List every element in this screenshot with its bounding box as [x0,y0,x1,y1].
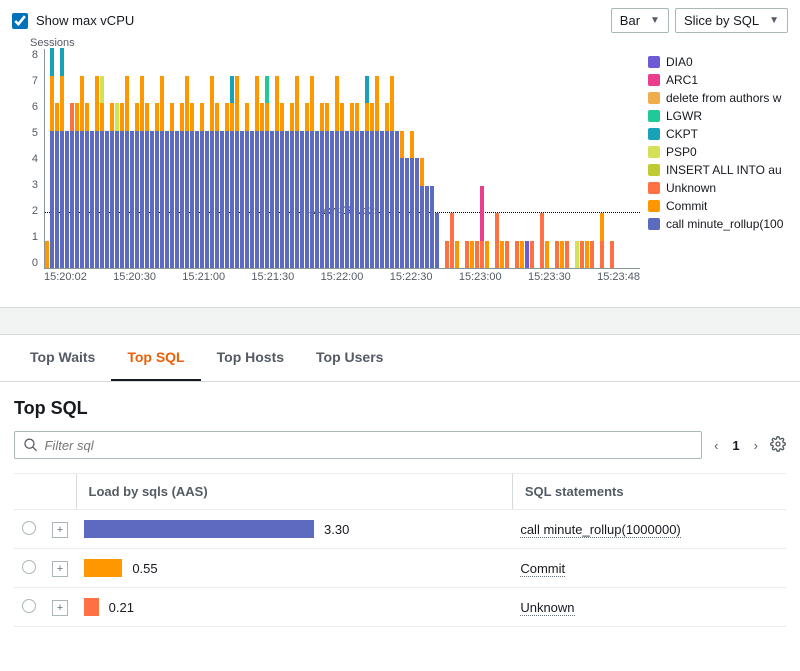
legend-swatch [648,56,660,68]
plot-area: Max vCPU: 2 [44,49,640,269]
sessions-chart: Sessions 876543210 Max vCPU: 2 15:20:021… [0,37,800,297]
legend-label: INSERT ALL INTO au [666,163,782,177]
legend-swatch [648,110,660,122]
legend-item[interactable]: LGWR [648,109,788,123]
row-select-radio[interactable] [22,560,36,574]
expand-row-button[interactable]: + [52,522,68,538]
legend-item[interactable]: delete from authors w [648,91,788,105]
pager: ‹ 1 › [714,438,758,453]
chart-type-dropdown[interactable]: Bar ▼ [611,8,669,33]
chart-legend: DIA0 ARC1 delete from authors w LGWR CKPT PSP… [648,55,788,235]
legend-swatch [648,182,660,194]
row-select-radio[interactable] [22,599,36,613]
tab-top-sql[interactable]: Top SQL [111,335,200,381]
y-axis-label: Sessions [30,37,788,49]
tab-top-waits[interactable]: Top Waits [14,335,111,381]
sql-statement-link[interactable]: Commit [520,561,565,577]
legend-swatch [648,74,660,86]
filter-input-wrap[interactable] [14,431,702,459]
legend-label: DIA0 [666,55,693,69]
load-value: 0.21 [109,600,134,615]
show-max-vcpu-checkbox[interactable]: Show max vCPU [12,13,134,29]
tabs: Top WaitsTop SQLTop HostsTop Users [0,335,800,382]
table-row: +0.55 Commit [14,549,786,588]
col-sql: SQL statements [512,474,786,510]
panel-title: Top SQL [14,398,786,419]
legend-label: Commit [666,199,707,213]
search-icon [23,437,38,453]
legend-swatch [648,218,660,230]
legend-swatch [648,128,660,140]
expand-row-button[interactable]: + [52,561,68,577]
load-value: 0.55 [132,561,157,576]
y-axis: 876543210 [12,49,42,269]
col-load: Load by sqls (AAS) [76,474,512,510]
caret-down-icon: ▼ [650,15,660,26]
caret-down-icon: ▼ [769,15,779,26]
legend-item[interactable]: INSERT ALL INTO au [648,163,788,177]
legend-label: call minute_rollup(100 [666,217,783,231]
filter-input[interactable] [44,438,693,453]
slice-by-dropdown[interactable]: Slice by SQL ▼ [675,8,788,33]
next-page-button[interactable]: › [754,438,758,453]
legend-item[interactable]: DIA0 [648,55,788,69]
legend-item[interactable]: PSP0 [648,145,788,159]
expand-row-button[interactable]: + [52,600,68,616]
legend-label: Unknown [666,181,716,195]
row-select-radio[interactable] [22,521,36,535]
prev-page-button[interactable]: ‹ [714,438,718,453]
settings-button[interactable] [770,436,786,455]
x-axis: 15:20:0215:20:3015:21:0015:21:3015:22:00… [44,271,640,289]
sql-statement-link[interactable]: call minute_rollup(1000000) [520,522,680,538]
table-row: +3.30 call minute_rollup(1000000) [14,510,786,549]
tab-top-hosts[interactable]: Top Hosts [201,335,300,381]
legend-label: LGWR [666,109,702,123]
legend-label: delete from authors w [666,91,781,105]
load-value: 3.30 [324,522,349,537]
page-number: 1 [732,438,739,453]
tab-top-users[interactable]: Top Users [300,335,399,381]
legend-label: ARC1 [666,73,698,87]
legend-swatch [648,92,660,104]
legend-item[interactable]: Commit [648,199,788,213]
legend-swatch [648,164,660,176]
table-row: +0.21 Unknown [14,588,786,627]
legend-swatch [648,146,660,158]
gear-icon [770,436,786,452]
load-bar [84,559,122,577]
legend-item[interactable]: CKPT [648,127,788,141]
show-max-vcpu-input[interactable] [12,13,28,29]
show-max-vcpu-label: Show max vCPU [36,13,134,28]
legend-label: PSP0 [666,145,697,159]
legend-item[interactable]: ARC1 [648,73,788,87]
load-bar [84,520,314,538]
legend-swatch [648,200,660,212]
legend-item[interactable]: call minute_rollup(100 [648,217,788,231]
load-bar [84,598,99,616]
legend-label: CKPT [666,127,698,141]
legend-item[interactable]: Unknown [648,181,788,195]
sql-statement-link[interactable]: Unknown [520,600,574,616]
